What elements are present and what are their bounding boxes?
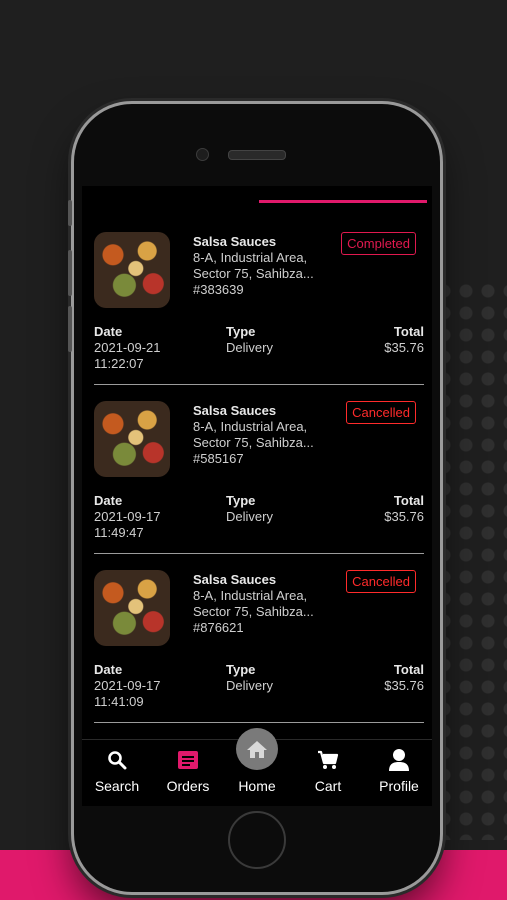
earpiece-speaker bbox=[228, 150, 286, 160]
nav-cart[interactable]: Cart bbox=[293, 746, 363, 794]
order-time: 11:22:07 bbox=[94, 356, 144, 371]
orders-icon bbox=[178, 751, 198, 769]
order-type: Delivery bbox=[226, 509, 273, 524]
address-line-1: 8-A, Industrial Area, bbox=[193, 588, 308, 603]
order-time: 11:41:09 bbox=[94, 694, 144, 709]
divider bbox=[94, 722, 424, 723]
phone-frame: Salsa Sauces 8-A, Industrial Area, Secto… bbox=[68, 104, 440, 892]
order-date: 2021-09-17 bbox=[94, 509, 161, 524]
status-badge: Cancelled bbox=[346, 570, 416, 593]
date-label: Date bbox=[94, 662, 123, 677]
cart-icon bbox=[318, 750, 339, 769]
order-date: 2021-09-17 bbox=[94, 678, 161, 693]
order-number: #383639 bbox=[193, 282, 244, 297]
order-total: $35.76 bbox=[384, 509, 424, 524]
nav-orders[interactable]: Orders bbox=[153, 746, 223, 794]
address-line-2: Sector 75, Sahibza... bbox=[193, 266, 314, 281]
nav-cart-label: Cart bbox=[314, 778, 342, 794]
restaurant-name: Salsa Sauces bbox=[193, 234, 277, 249]
address-line-1: 8-A, Industrial Area, bbox=[193, 419, 308, 434]
front-camera bbox=[196, 148, 209, 161]
address-line-1: 8-A, Industrial Area, bbox=[193, 250, 308, 265]
restaurant-thumbnail bbox=[94, 401, 170, 477]
home-bubble[interactable] bbox=[236, 728, 278, 770]
order-date: 2021-09-21 bbox=[94, 340, 161, 355]
order-type: Delivery bbox=[226, 678, 273, 693]
volume-down-button bbox=[68, 306, 72, 352]
total-label: Total bbox=[393, 493, 424, 508]
nav-search-label: Search bbox=[94, 778, 140, 794]
date-label: Date bbox=[94, 324, 123, 339]
type-label: Type bbox=[226, 662, 256, 677]
type-label: Type bbox=[226, 493, 256, 508]
restaurant-thumbnail bbox=[94, 232, 170, 308]
nav-home-label: Home bbox=[238, 778, 276, 794]
order-card[interactable]: Salsa Sauces 8-A, Industrial Area, Secto… bbox=[94, 570, 424, 738]
profile-icon bbox=[389, 749, 409, 771]
order-number: #585167 bbox=[193, 451, 244, 466]
hardware-home-button[interactable] bbox=[228, 811, 286, 869]
order-type: Delivery bbox=[226, 340, 273, 355]
order-card[interactable]: Salsa Sauces 8-A, Industrial Area, Secto… bbox=[94, 232, 424, 400]
total-label: Total bbox=[393, 662, 424, 677]
status-badge: Cancelled bbox=[346, 401, 416, 424]
order-number: #876621 bbox=[193, 620, 244, 635]
address-line-2: Sector 75, Sahibza... bbox=[193, 435, 314, 450]
restaurant-name: Salsa Sauces bbox=[193, 403, 277, 418]
nav-profile[interactable]: Profile bbox=[364, 746, 432, 794]
order-total: $35.76 bbox=[384, 678, 424, 693]
app-screen: Salsa Sauces 8-A, Industrial Area, Secto… bbox=[82, 186, 432, 806]
home-icon bbox=[247, 741, 267, 758]
active-tab-indicator bbox=[259, 200, 427, 203]
restaurant-name: Salsa Sauces bbox=[193, 572, 277, 587]
address-line-2: Sector 75, Sahibza... bbox=[193, 604, 314, 619]
nav-profile-label: Profile bbox=[379, 778, 419, 794]
total-label: Total bbox=[393, 324, 424, 339]
mute-switch bbox=[68, 200, 72, 226]
date-label: Date bbox=[94, 493, 123, 508]
nav-search[interactable]: Search bbox=[82, 746, 152, 794]
order-time: 11:49:47 bbox=[94, 525, 144, 540]
status-badge: Completed bbox=[341, 232, 416, 255]
search-icon bbox=[108, 751, 127, 770]
order-total: $35.76 bbox=[384, 340, 424, 355]
divider bbox=[94, 553, 424, 554]
bottom-navigation: Search Orders Home Cart Profile bbox=[82, 728, 432, 806]
order-card[interactable]: Salsa Sauces 8-A, Industrial Area, Secto… bbox=[94, 401, 424, 569]
restaurant-thumbnail bbox=[94, 570, 170, 646]
nav-orders-label: Orders bbox=[166, 778, 210, 794]
volume-up-button bbox=[68, 250, 72, 296]
type-label: Type bbox=[226, 324, 256, 339]
divider bbox=[94, 384, 424, 385]
